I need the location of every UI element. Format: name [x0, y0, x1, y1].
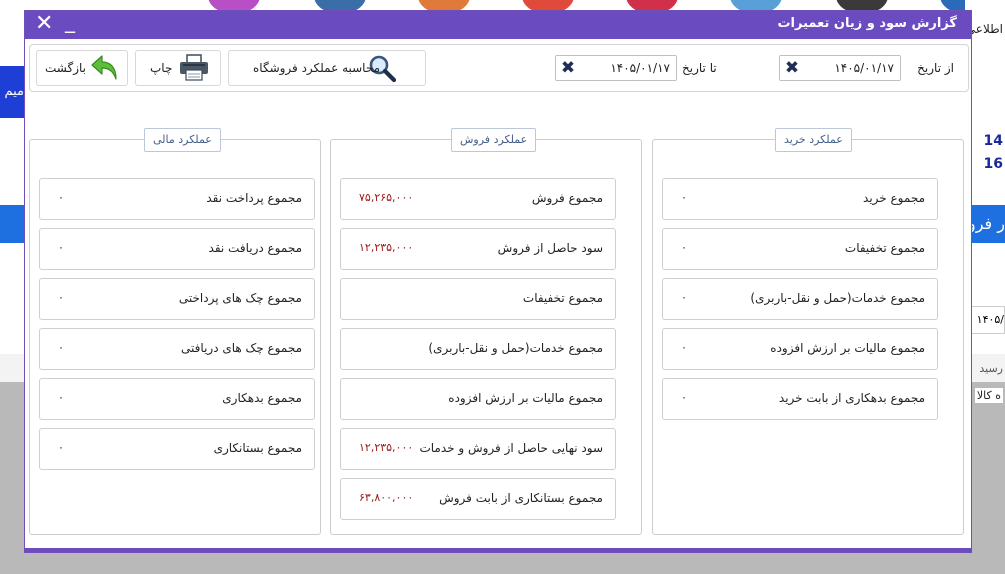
back-arrow-icon: [91, 55, 117, 80]
row-value: ۰: [58, 391, 64, 404]
row-label: مجموع بدهکاری: [222, 391, 302, 405]
row-value: ۰: [58, 291, 64, 304]
to-date-label: تا تاریخ: [682, 61, 717, 75]
sales-panel-title: عملکرد فروش: [451, 128, 537, 152]
dialog-bottom-border: [25, 548, 971, 552]
print-label: چاپ: [150, 61, 173, 75]
row-label: مجموع خرید: [863, 191, 925, 205]
background-right-tab-text: ر فرو: [967, 214, 1005, 233]
sales-discounts-row: مجموع تخفیفات: [340, 278, 616, 320]
background-left-tab-text: میم: [4, 84, 24, 99]
sales-final-profit-row: سود نهایی حاصل از فروش و خدمات ۱۲,۲۳۵,۰۰…: [340, 428, 616, 470]
from-date-value: ۱۴۰۵/۰۱/۱۷: [834, 61, 894, 75]
row-value: ۰: [681, 291, 687, 304]
to-date-field[interactable]: ✖ ۱۴۰۵/۰۱/۱۷: [555, 55, 677, 81]
background-left-tab: میم: [0, 66, 24, 118]
background-number: 16: [983, 156, 1003, 172]
row-label: مجموع بدهکاری از بابت خرید: [778, 391, 925, 405]
row-label: مجموع بستانکاری: [213, 441, 302, 455]
close-icon[interactable]: ✕: [35, 12, 53, 36]
clear-icon[interactable]: ✖: [558, 58, 578, 78]
row-label: مجموع مالیات بر ارزش افزوده: [770, 341, 925, 355]
purchase-debt-row: مجموع بدهکاری از بابت خرید ۰: [662, 378, 938, 420]
minimize-icon[interactable]: _: [65, 9, 75, 33]
row-value: ۰: [58, 341, 64, 354]
row-value: ۰: [681, 391, 687, 404]
from-date-label: از تاریخ: [917, 61, 954, 75]
profit-loss-dialog: ✕ _ گزارش سود و زیان تعمیرات از تاریخ ✖ …: [24, 9, 972, 553]
from-date-field[interactable]: ✖ ۱۴۰۵/۰۱/۱۷: [779, 55, 901, 81]
row-label: مجموع خدمات(حمل و نقل-باربری): [428, 341, 603, 355]
row-label: مجموع فروش: [531, 191, 603, 205]
row-label: مجموع مالیات بر ارزش افزوده: [448, 391, 603, 405]
cash-receipts-row: مجموع دریافت نقد ۰: [39, 228, 315, 270]
row-label: مجموع بستانکاری از بابت فروش: [439, 491, 603, 505]
sales-total-row: مجموع فروش ۷۵,۲۶۵,۰۰۰: [340, 178, 616, 220]
clear-icon[interactable]: ✖: [782, 58, 802, 78]
row-value: ۰: [58, 441, 64, 454]
total-debit-row: مجموع بدهکاری ۰: [39, 378, 315, 420]
sales-profit-row: سود حاصل از فروش ۱۲,۲۳۵,۰۰۰: [340, 228, 616, 270]
calculate-store-performance-button[interactable]: محاسبه عملکرد فروشگاه: [228, 50, 426, 86]
calculate-store-performance-label: محاسبه عملکرد فروشگاه: [253, 61, 381, 75]
background-left-bar: [0, 205, 24, 243]
row-value: ۶۳,۸۰۰,۰۰۰: [359, 491, 414, 504]
filter-toolbar: از تاریخ ✖ ۱۴۰۵/۰۱/۱۷ تا تاریخ ✖ ۱۴۰۵/۰۱…: [29, 44, 969, 92]
purchase-vat-row: مجموع مالیات بر ارزش افزوده ۰: [662, 328, 938, 370]
row-value: ۱۲,۲۳۵,۰۰۰: [359, 441, 414, 454]
row-label: سود حاصل از فروش: [497, 241, 603, 255]
background-date-text: ۱۴۰۵/: [976, 313, 1004, 326]
background-number: 14: [983, 133, 1003, 149]
purchase-performance-panel: عملکرد خرید مجموع خرید ۰ مجموع تخفیفات ۰…: [652, 128, 964, 535]
background-date-field: ۱۴۰۵/: [967, 306, 1005, 334]
row-value: ۰: [58, 191, 64, 204]
background-right-tab: ر فرو: [967, 205, 1005, 243]
back-label: بازگشت: [45, 61, 86, 75]
received-checks-row: مجموع چک های دریافتی ۰: [39, 328, 315, 370]
row-label: مجموع تخفیفات: [844, 241, 925, 255]
print-button[interactable]: چاپ: [135, 50, 221, 86]
row-value: ۱۲,۲۳۵,۰۰۰: [359, 241, 414, 254]
row-label: مجموع چک های پرداختی: [178, 291, 302, 305]
row-value: ۰: [681, 341, 687, 354]
financial-performance-panel: عملکرد مالی مجموع پرداخت نقد ۰ مجموع دری…: [29, 128, 321, 535]
purchase-panel-title: عملکرد خرید: [775, 128, 852, 152]
purchase-services-row: مجموع خدمات(حمل و نقل-باربری) ۰: [662, 278, 938, 320]
cash-payments-row: مجموع پرداخت نقد ۰: [39, 178, 315, 220]
row-value: ۰: [58, 241, 64, 254]
row-label: مجموع تخفیفات: [522, 291, 603, 305]
purchase-total-row: مجموع خرید ۰: [662, 178, 938, 220]
issued-checks-row: مجموع چک های پرداختی ۰: [39, 278, 315, 320]
row-label: مجموع پرداخت نقد: [206, 191, 302, 205]
row-value: ۷۵,۲۶۵,۰۰۰: [359, 191, 414, 204]
to-date-value: ۱۴۰۵/۰۱/۱۷: [610, 61, 670, 75]
total-credit-row: مجموع بستانکاری ۰: [39, 428, 315, 470]
row-value: ۰: [681, 241, 687, 254]
row-value: ۰: [681, 191, 687, 204]
sales-services-row: مجموع خدمات(حمل و نقل-باربری): [340, 328, 616, 370]
printer-icon: [180, 54, 208, 81]
row-label: مجموع خدمات(حمل و نقل-باربری): [750, 291, 925, 305]
row-label: مجموع چک های دریافتی: [181, 341, 302, 355]
purchase-discounts-row: مجموع تخفیفات ۰: [662, 228, 938, 270]
dialog-title: گزارش سود و زیان تعمیرات: [777, 16, 957, 31]
row-label: سود نهایی حاصل از فروش و خدمات: [419, 441, 603, 455]
dialog-titlebar: ✕ _ گزارش سود و زیان تعمیرات: [25, 9, 971, 39]
background-column-label: رسید: [979, 362, 1003, 375]
finance-panel-title: عملکرد مالی: [144, 128, 221, 152]
row-label: مجموع دریافت نقد: [208, 241, 302, 255]
sales-performance-panel: عملکرد فروش مجموع فروش ۷۵,۲۶۵,۰۰۰ سود حا…: [330, 128, 642, 535]
background-column-label: ه کالا: [974, 388, 1003, 403]
background-side-numbers: 14 16: [984, 130, 1003, 176]
sales-vat-row: مجموع مالیات بر ارزش افزوده: [340, 378, 616, 420]
sales-credit-row: مجموع بستانکاری از بابت فروش ۶۳,۸۰۰,۰۰۰: [340, 478, 616, 520]
back-button[interactable]: بازگشت: [36, 50, 128, 86]
